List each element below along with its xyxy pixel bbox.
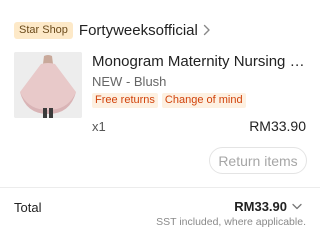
chevron-down-icon[interactable] [292,203,302,210]
product-variant: NEW - Blush [92,74,167,89]
product-tags: Free returns Change of mind [92,93,246,108]
shop-header[interactable]: Star Shop Fortyweeksofficial [14,20,211,40]
total-amount[interactable]: RM33.90 [234,199,302,214]
tag-free-returns: Free returns [92,93,158,108]
tag-change-of-mind: Change of mind [161,93,246,108]
return-items-button[interactable]: Return items [209,147,307,174]
divider [0,187,320,188]
chevron-right-icon[interactable] [203,24,211,36]
sst-note: SST included, where applicable. [156,216,306,228]
total-label: Total [14,200,42,215]
product-title[interactable]: Monogram Maternity Nursing Cover - Blush [92,53,308,70]
star-shop-badge: Star Shop [14,21,73,39]
shop-name[interactable]: Fortyweeksofficial [79,22,198,39]
total-value: RM33.90 [234,199,287,214]
product-image[interactable] [14,52,82,118]
quantity: x1 [92,119,106,134]
item-price: RM33.90 [249,118,306,134]
